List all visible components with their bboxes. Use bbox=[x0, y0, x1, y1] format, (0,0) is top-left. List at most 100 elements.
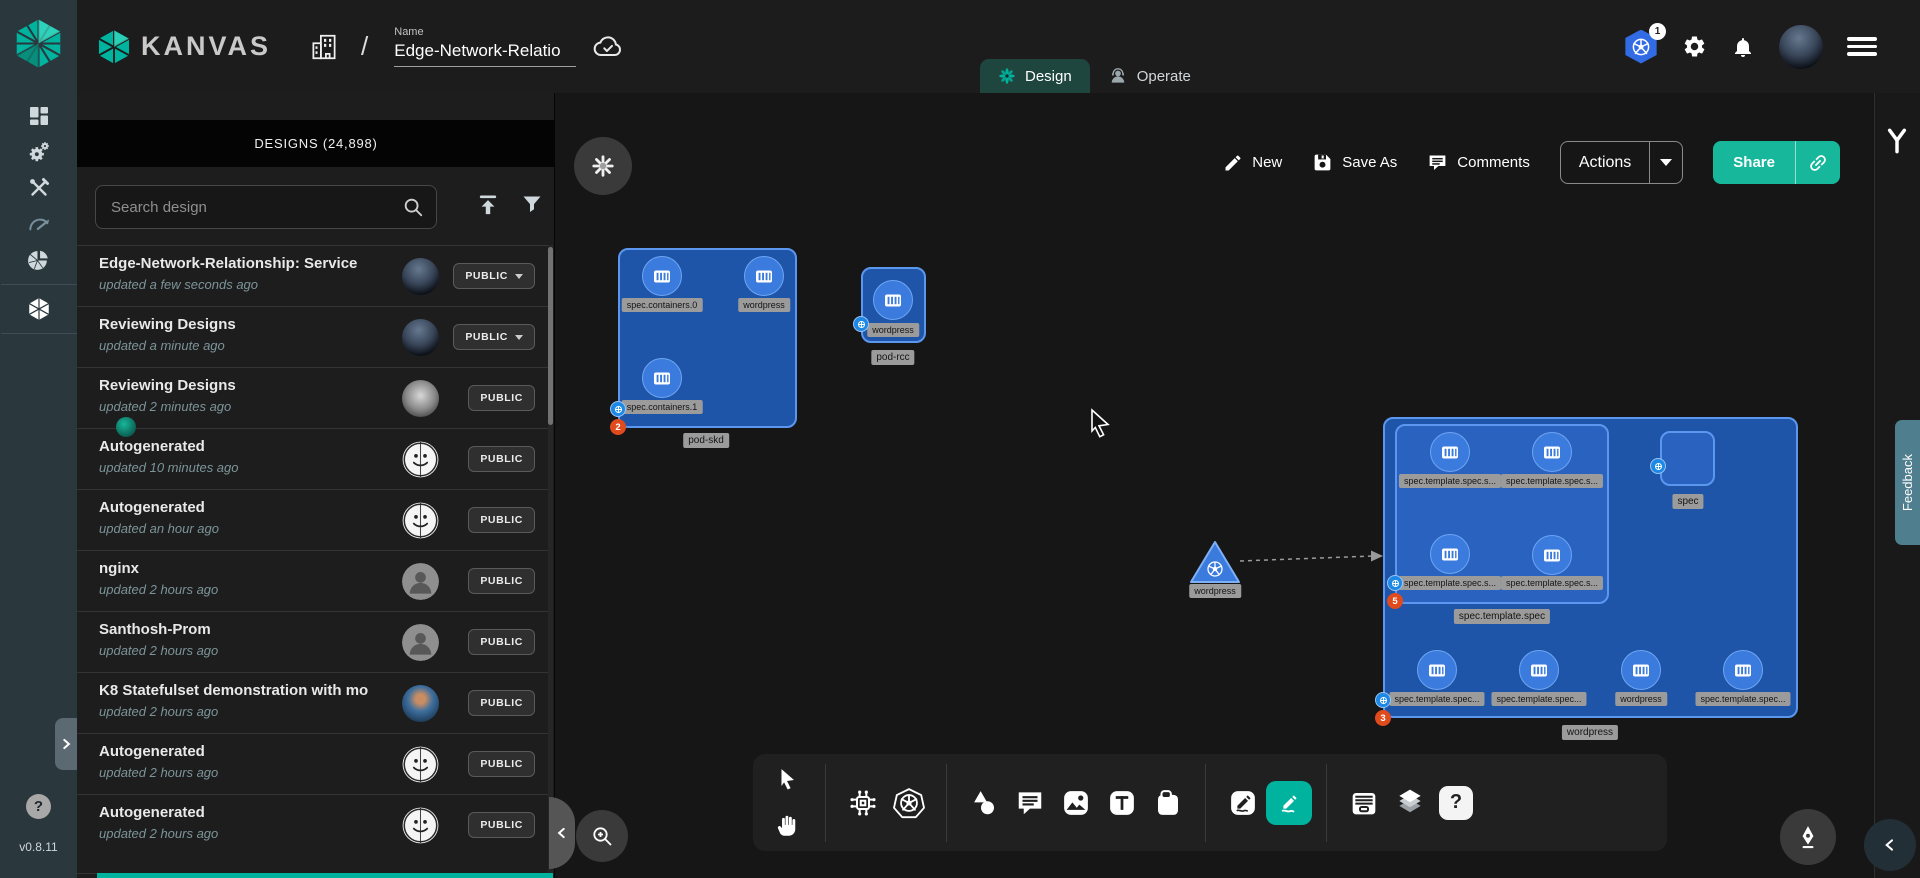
kanvas-hexagon-icon[interactable] bbox=[17, 291, 61, 327]
error-count-badge[interactable]: 2 bbox=[610, 419, 626, 435]
error-count-badge[interactable]: 5 bbox=[1387, 593, 1403, 609]
design-list-item[interactable]: Autogenerated updated 10 minutes ago PUB… bbox=[77, 428, 549, 489]
design-visibility-button[interactable]: PUBLIC bbox=[468, 446, 535, 472]
node-container[interactable] bbox=[1621, 650, 1661, 690]
node-container[interactable] bbox=[1430, 432, 1470, 472]
design-visibility-button[interactable]: PUBLIC bbox=[453, 263, 535, 289]
node-container[interactable] bbox=[873, 280, 913, 320]
kanvas-logo-icon[interactable] bbox=[95, 28, 133, 66]
node-container[interactable] bbox=[1417, 650, 1457, 690]
design-list-item[interactable]: nginx updated 2 hours ago PUBLIC bbox=[77, 550, 549, 611]
node-service-triangle[interactable] bbox=[1189, 539, 1241, 585]
kubernetes-badge bbox=[853, 316, 869, 332]
dock-help-tool[interactable]: ? bbox=[1433, 781, 1479, 825]
zoom-button[interactable] bbox=[576, 810, 628, 862]
design-visibility-button[interactable]: PUBLIC bbox=[468, 568, 535, 594]
save-as-button[interactable]: Save As bbox=[1312, 152, 1397, 173]
sketch-tool[interactable] bbox=[1220, 781, 1266, 825]
kubernetes-tool[interactable] bbox=[886, 781, 932, 825]
draw-tool[interactable] bbox=[1266, 781, 1312, 825]
select-tool[interactable] bbox=[765, 758, 811, 802]
actions-dropdown-caret[interactable] bbox=[1650, 142, 1682, 183]
settings-gear-icon[interactable] bbox=[1682, 34, 1707, 59]
kubernetes-badge bbox=[1650, 458, 1666, 474]
design-search-input[interactable] bbox=[96, 199, 402, 216]
note-tool[interactable] bbox=[1145, 781, 1191, 825]
node-container[interactable] bbox=[1723, 650, 1763, 690]
sidebar-expand-handle[interactable] bbox=[55, 718, 77, 770]
design-list-item[interactable]: Edge-Network-Relationship: Service updat… bbox=[77, 245, 549, 306]
user-avatar[interactable] bbox=[1779, 25, 1823, 69]
design-list-scrollbar[interactable] bbox=[548, 245, 553, 873]
copy-link-icon[interactable] bbox=[1796, 141, 1840, 184]
pan-hand-tool[interactable] bbox=[765, 804, 811, 848]
hamburger-menu-icon[interactable] bbox=[1847, 33, 1877, 60]
design-updated-time: updated 2 hours ago bbox=[99, 704, 384, 719]
design-name: K8 Statefulset demonstration with mo bbox=[99, 682, 384, 699]
node-container-0[interactable] bbox=[642, 256, 682, 296]
design-list-item[interactable]: Santhosh-Prom updated 2 hours ago PUBLIC bbox=[77, 611, 549, 672]
design-visibility-button[interactable]: PUBLIC bbox=[468, 751, 535, 777]
design-canvas[interactable]: New Save As Comments Actions Share bbox=[555, 93, 1874, 878]
media-tool[interactable] bbox=[1053, 781, 1099, 825]
designs-panel-title: DESIGNS (24,898) bbox=[77, 120, 555, 167]
saved-content-tool[interactable] bbox=[1341, 781, 1387, 825]
error-count-badge[interactable]: 3 bbox=[1375, 710, 1391, 726]
design-list-item[interactable]: Reviewing Designs updated 2 minutes ago … bbox=[77, 367, 549, 428]
design-visibility-button[interactable]: PUBLIC bbox=[468, 507, 535, 533]
kubernetes-context-switcher[interactable]: 1 bbox=[1624, 30, 1658, 64]
triangle-label: wordpress bbox=[1189, 584, 1241, 598]
shapes-tool[interactable] bbox=[961, 781, 1007, 825]
organization-icon[interactable] bbox=[309, 32, 339, 62]
import-design-icon[interactable] bbox=[474, 192, 502, 220]
design-visibility-button[interactable]: PUBLIC bbox=[468, 629, 535, 655]
node-container[interactable] bbox=[1519, 650, 1559, 690]
lifecycle-gears-icon[interactable] bbox=[17, 134, 61, 170]
container-label: spec.template.spec.s... bbox=[1399, 576, 1501, 590]
layer5-logo[interactable] bbox=[11, 16, 66, 71]
feedback-tab[interactable]: Feedback bbox=[1895, 420, 1920, 545]
actions-button[interactable]: Actions bbox=[1561, 142, 1649, 183]
layers-tool[interactable] bbox=[1387, 781, 1433, 825]
patterns-pie-icon[interactable] bbox=[17, 242, 61, 278]
dashboard-icon[interactable] bbox=[17, 98, 61, 134]
design-visibility-button[interactable]: PUBLIC bbox=[468, 385, 535, 411]
pen-mode-button[interactable] bbox=[1780, 809, 1836, 865]
performance-icon[interactable] bbox=[17, 206, 61, 242]
comments-button[interactable]: Comments bbox=[1427, 152, 1530, 173]
design-visibility-button[interactable]: PUBLIC bbox=[468, 812, 535, 838]
tab-design[interactable]: Design bbox=[980, 59, 1090, 93]
new-button[interactable]: New bbox=[1223, 153, 1282, 173]
node-container-1[interactable] bbox=[744, 256, 784, 296]
node-container[interactable] bbox=[1532, 535, 1572, 575]
design-list-item[interactable]: Reviewing Designs updated a minute ago P… bbox=[77, 306, 549, 367]
design-list-item[interactable]: Autogenerated updated 2 hours ago PUBLIC bbox=[77, 733, 549, 794]
tab-operate[interactable]: Operate bbox=[1090, 59, 1209, 93]
container-label: spec.template.spec... bbox=[1491, 692, 1586, 706]
extension-y-icon[interactable] bbox=[1881, 125, 1913, 157]
share-button[interactable]: Share bbox=[1713, 141, 1795, 184]
sidebar-nav bbox=[0, 98, 77, 340]
design-list-item[interactable]: Autogenerated updated 2 hours ago PUBLIC bbox=[77, 794, 549, 855]
filter-funnel-icon[interactable] bbox=[520, 192, 544, 216]
components-tool[interactable] bbox=[840, 781, 886, 825]
rail-collapse-button[interactable] bbox=[1864, 819, 1916, 871]
help-icon[interactable]: ? bbox=[26, 794, 51, 819]
design-visibility-button[interactable]: PUBLIC bbox=[453, 324, 535, 350]
node-container-2[interactable] bbox=[642, 358, 682, 398]
notifications-bell-icon[interactable] bbox=[1731, 35, 1755, 59]
node-container[interactable] bbox=[1430, 534, 1470, 574]
comment-tool[interactable] bbox=[1007, 781, 1053, 825]
node-spec[interactable] bbox=[1660, 431, 1715, 486]
design-owner-avatar bbox=[402, 563, 439, 600]
design-visibility-button[interactable]: PUBLIC bbox=[468, 690, 535, 716]
design-list-item[interactable]: K8 Statefulset demonstration with mo upd… bbox=[77, 672, 549, 733]
text-tool[interactable] bbox=[1099, 781, 1145, 825]
design-name-input[interactable] bbox=[394, 41, 576, 67]
meshery-dock-toggle[interactable] bbox=[574, 137, 632, 195]
design-list-item[interactable]: Autogenerated updated an hour ago PUBLIC bbox=[77, 489, 549, 550]
save-icon bbox=[1312, 152, 1333, 173]
design-name: Santhosh-Prom bbox=[99, 621, 384, 638]
toolkit-icon[interactable] bbox=[17, 170, 61, 206]
node-container[interactable] bbox=[1532, 432, 1572, 472]
